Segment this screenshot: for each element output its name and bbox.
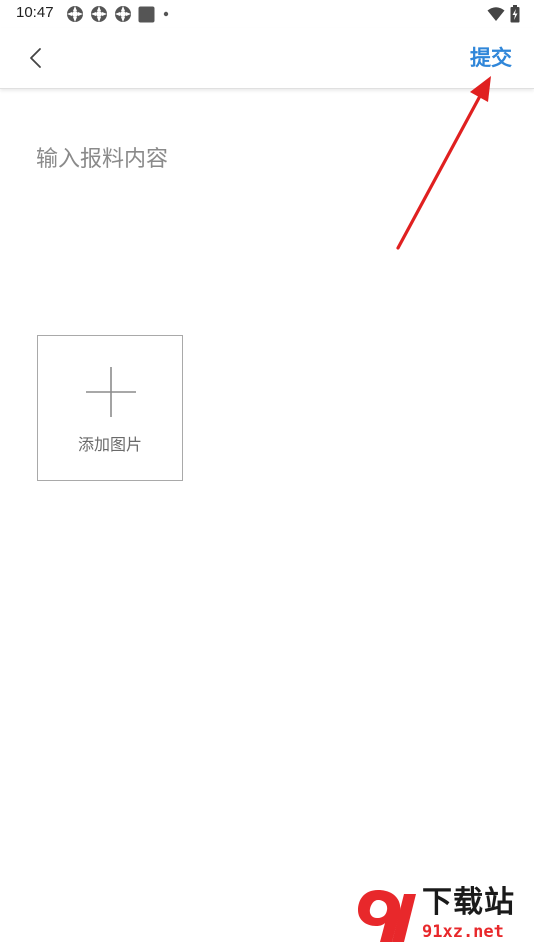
wifi-icon xyxy=(487,7,505,21)
submit-button[interactable]: 提交 xyxy=(470,43,512,73)
gear-icon xyxy=(91,6,107,22)
plus-icon xyxy=(86,367,136,417)
dot-icon xyxy=(163,11,169,17)
content-input[interactable] xyxy=(36,140,498,290)
chevron-left-icon xyxy=(30,48,41,68)
gear-icon xyxy=(115,6,131,22)
back-button[interactable] xyxy=(20,43,50,73)
watermark: 下载站 91xz.net xyxy=(354,886,530,946)
notification-icons xyxy=(66,5,171,23)
status-time: 10:47 xyxy=(16,4,54,21)
watermark-domain: 91xz.net xyxy=(422,922,504,942)
watermark-logo-icon xyxy=(358,890,416,942)
gear-icon xyxy=(67,6,83,22)
nav-bar: 提交 xyxy=(0,28,534,89)
status-bar: 10:47 xyxy=(0,0,534,28)
add-image-button[interactable]: 添加图片 xyxy=(37,335,183,481)
add-image-label: 添加图片 xyxy=(77,435,142,454)
square-icon xyxy=(138,6,155,22)
battery-icon xyxy=(510,5,520,23)
watermark-title: 下载站 xyxy=(422,885,515,920)
system-icons xyxy=(487,5,520,23)
